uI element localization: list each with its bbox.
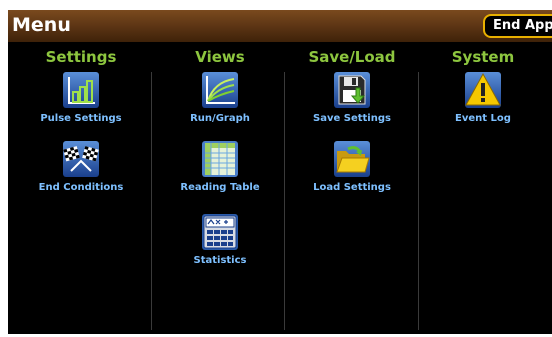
warning-icon xyxy=(465,72,501,108)
column-heading-system: System xyxy=(451,48,515,66)
reading-table-label: Reading Table xyxy=(180,182,260,193)
table-icon xyxy=(202,141,238,177)
event-log-label: Event Log xyxy=(455,113,511,124)
checkered-flag-icon xyxy=(63,141,99,177)
event-log-button[interactable]: Event Log xyxy=(418,72,548,134)
load-settings-label: Load Settings xyxy=(313,182,391,193)
menu-screen: Menu End App Settings Views Save/Load Sy… xyxy=(8,10,552,334)
pulse-settings-label: Pulse Settings xyxy=(40,113,122,124)
end-conditions-button[interactable]: End Conditions xyxy=(16,141,146,203)
load-settings-button[interactable]: Load Settings xyxy=(287,141,417,203)
calculator-icon xyxy=(202,214,238,250)
page-title: Menu xyxy=(12,14,71,36)
column-heading-settings: Settings xyxy=(45,48,117,66)
graph-curves-icon xyxy=(202,72,238,108)
bar-chart-icon xyxy=(63,72,99,108)
save-disk-icon xyxy=(334,72,370,108)
end-conditions-label: End Conditions xyxy=(38,182,124,193)
statistics-button[interactable]: Statistics xyxy=(155,214,285,276)
column-heading-views: Views xyxy=(195,48,245,66)
run-graph-button[interactable]: Run/Graph xyxy=(155,72,285,134)
column-divider xyxy=(151,72,152,330)
reading-table-button[interactable]: Reading Table xyxy=(155,141,285,203)
save-settings-label: Save Settings xyxy=(313,113,391,124)
folder-open-icon xyxy=(334,141,370,177)
statistics-label: Statistics xyxy=(193,255,247,266)
save-settings-button[interactable]: Save Settings xyxy=(287,72,417,134)
run-graph-label: Run/Graph xyxy=(190,113,250,124)
title-bar: Menu End App xyxy=(8,10,552,42)
end-app-button[interactable]: End App xyxy=(483,14,552,38)
column-heading-save-load: Save/Load xyxy=(308,48,396,66)
pulse-settings-button[interactable]: Pulse Settings xyxy=(16,72,146,134)
